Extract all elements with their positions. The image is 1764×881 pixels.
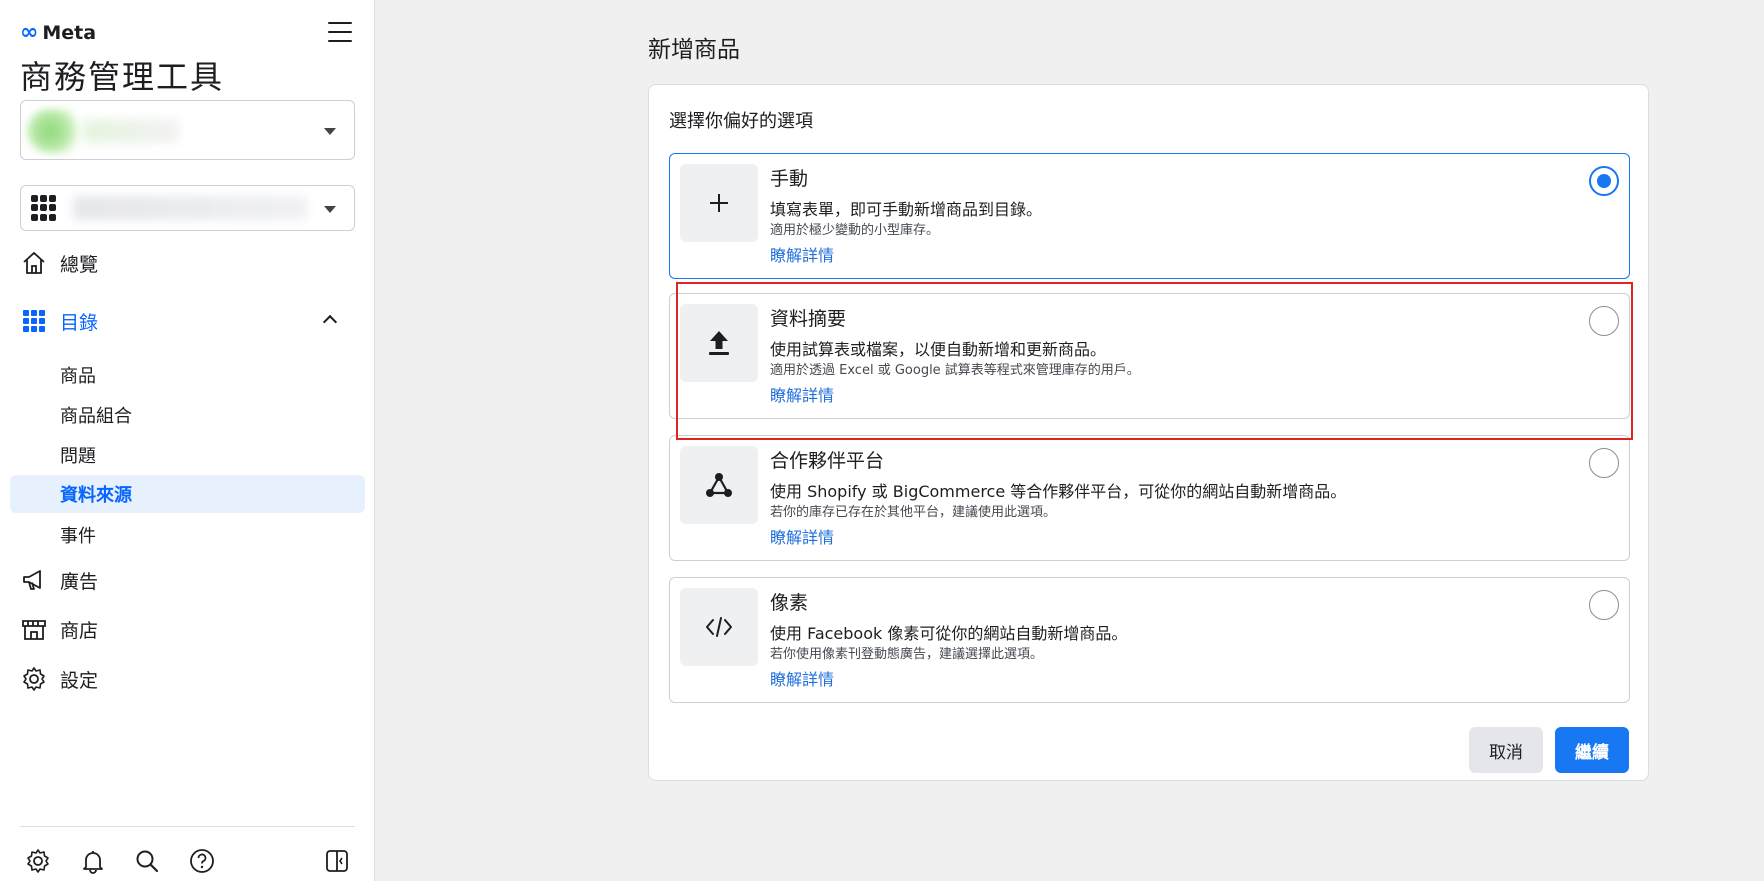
- option-note: 適用於透過 Excel 或 Google 試算表等程式來管理庫存的用戶。: [770, 363, 1140, 378]
- option-note: 若你使用像素刊登動態廣告，建議選擇此選項。: [770, 647, 1044, 662]
- grid-icon: [31, 195, 57, 221]
- option-title: 合作夥伴平台: [770, 450, 885, 472]
- add-products-card: 選擇你偏好的選項 手動 填寫表單，即可手動新增商品到目錄。 適用於極少變動的小型…: [648, 84, 1649, 781]
- nav-ads[interactable]: 廣告: [10, 560, 365, 600]
- page-title: 新增商品: [648, 37, 740, 63]
- gear-icon: [14, 666, 54, 692]
- option-description: 使用 Facebook 像素可從你的網站自動新增商品。: [770, 624, 1128, 643]
- megaphone-icon: [14, 567, 54, 593]
- option-radio[interactable]: [1589, 448, 1619, 478]
- sidebar: ∞ Meta 商務管理工具 總覽 目錄 商品 商品組合 問題 資料來源 事件 廣…: [0, 0, 375, 881]
- catalog-selector[interactable]: [20, 185, 355, 231]
- learn-more-link[interactable]: 瞭解詳情: [770, 524, 834, 548]
- sidebar-divider: [20, 826, 355, 827]
- code-icon: [680, 588, 758, 666]
- help-icon[interactable]: [187, 846, 217, 876]
- learn-more-link[interactable]: 瞭解詳情: [770, 242, 834, 266]
- grid-icon: [14, 309, 54, 333]
- caret-down-icon: [324, 128, 336, 135]
- option-manual[interactable]: 手動 填寫表單，即可手動新增商品到目錄。 適用於極少變動的小型庫存。 瞭解詳情: [669, 153, 1630, 279]
- learn-more-link[interactable]: 瞭解詳情: [770, 382, 834, 406]
- cancel-button[interactable]: 取消: [1469, 727, 1543, 773]
- option-data-feed[interactable]: 資料摘要 使用試算表或檔案，以便自動新增和更新商品。 適用於透過 Excel 或…: [669, 293, 1630, 419]
- sidebar-bottom-toolbar: [0, 846, 375, 876]
- sidebar-item-data-sources[interactable]: 資料來源: [10, 475, 365, 513]
- meta-logo[interactable]: ∞ Meta: [20, 20, 96, 45]
- share-nodes-icon: [680, 446, 758, 524]
- business-name-redacted: [83, 119, 179, 143]
- business-selector[interactable]: [20, 100, 355, 160]
- option-pixel[interactable]: 像素 使用 Facebook 像素可從你的網站自動新增商品。 若你使用像素刊登動…: [669, 577, 1630, 703]
- home-icon: [14, 250, 54, 276]
- app-title: 商務管理工具: [20, 58, 225, 96]
- upload-icon: [680, 304, 758, 382]
- chevron-up-icon[interactable]: [322, 314, 338, 330]
- option-title: 手動: [770, 168, 809, 190]
- nav-shops[interactable]: 商店: [10, 609, 365, 649]
- catalog-name-redacted: [73, 196, 308, 220]
- learn-more-link[interactable]: 瞭解詳情: [770, 666, 834, 690]
- nav-overview[interactable]: 總覽: [10, 243, 365, 283]
- sidebar-item-products[interactable]: 商品: [10, 356, 365, 394]
- option-description: 填寫表單，即可手動新增商品到目錄。: [770, 200, 1043, 219]
- option-description: 使用試算表或檔案，以便自動新增和更新商品。: [770, 340, 1107, 359]
- panel-toggle-icon[interactable]: [322, 846, 352, 876]
- sidebar-item-product-sets[interactable]: 商品組合: [10, 396, 365, 434]
- nav-catalog[interactable]: 目錄: [10, 301, 365, 341]
- search-icon[interactable]: [132, 846, 162, 876]
- nav-settings[interactable]: 設定: [10, 659, 365, 699]
- storefront-icon: [14, 616, 54, 642]
- plus-icon: [680, 164, 758, 242]
- menu-icon[interactable]: [328, 22, 352, 42]
- meta-infinity-icon: ∞: [20, 20, 39, 45]
- card-subtitle: 選擇你偏好的選項: [669, 111, 813, 132]
- business-avatar: [27, 109, 85, 153]
- sidebar-item-issues[interactable]: 問題: [10, 436, 365, 474]
- option-partner-platform[interactable]: 合作夥伴平台 使用 Shopify 或 BigCommerce 等合作夥伴平台，…: [669, 435, 1630, 561]
- option-radio[interactable]: [1589, 166, 1619, 196]
- option-title: 像素: [770, 592, 809, 614]
- gear-icon[interactable]: [23, 846, 53, 876]
- option-radio[interactable]: [1589, 590, 1619, 620]
- meta-logo-text: Meta: [42, 21, 97, 44]
- option-note: 適用於極少變動的小型庫存。: [770, 223, 940, 238]
- caret-down-icon: [324, 206, 336, 213]
- option-title: 資料摘要: [770, 308, 847, 330]
- option-description: 使用 Shopify 或 BigCommerce 等合作夥伴平台，可從你的網站自…: [770, 482, 1347, 501]
- continue-button[interactable]: 繼續: [1555, 727, 1629, 773]
- sidebar-item-events[interactable]: 事件: [10, 516, 365, 554]
- option-note: 若你的庫存已存在於其他平台，建議使用此選項。: [770, 505, 1057, 520]
- option-radio[interactable]: [1589, 306, 1619, 336]
- bell-icon[interactable]: [78, 846, 108, 876]
